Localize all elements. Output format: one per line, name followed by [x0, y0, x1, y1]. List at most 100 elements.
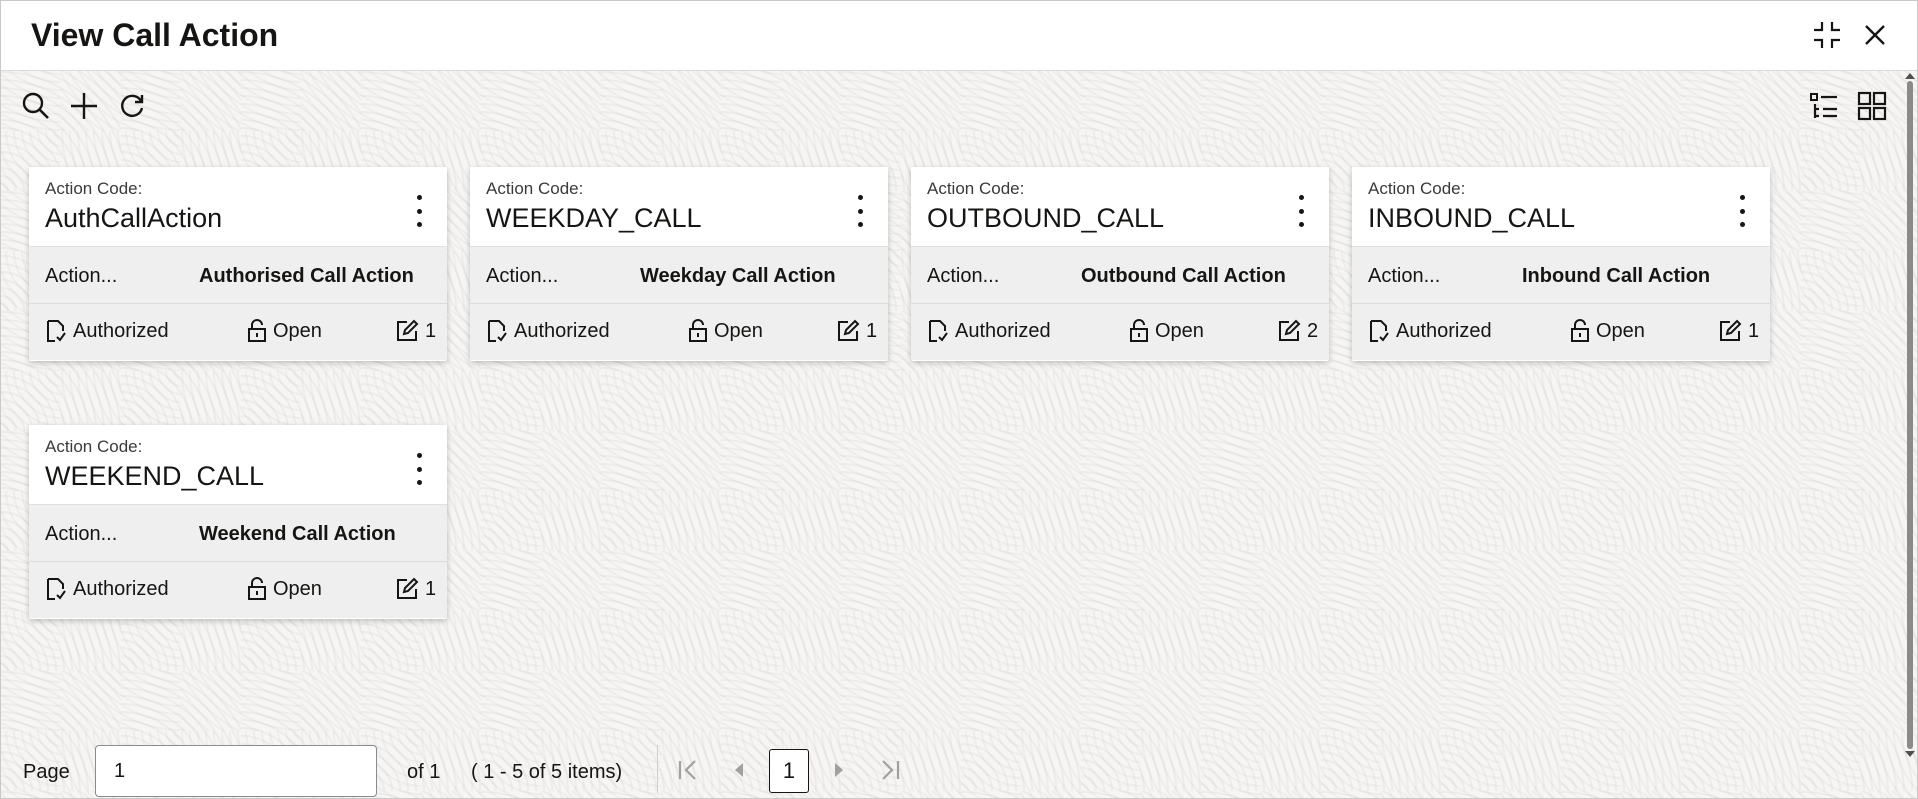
action-card[interactable]: Action Code: INBOUND_CALL Action... Inbo…: [1352, 167, 1770, 361]
authorization-status: Authorized: [45, 319, 169, 343]
card-header: Action Code: AuthCallAction: [29, 167, 447, 247]
action-card[interactable]: Action Code: WEEKDAY_CALL Action... Week…: [470, 167, 888, 361]
authorization-status: Authorized: [1368, 319, 1492, 343]
pager-divider: [657, 745, 658, 793]
unlock-icon: [1571, 319, 1589, 342]
grid-view-button[interactable]: [1853, 87, 1891, 125]
description-value: Weekday Call Action: [640, 265, 836, 287]
next-page-button[interactable]: [823, 753, 857, 787]
scrollbar-thumb[interactable]: [1907, 81, 1913, 749]
action-code-label: Action Code:: [45, 179, 143, 198]
card-footer: Authorized Open 1: [1352, 304, 1770, 360]
action-code-label: Action Code:: [45, 437, 143, 456]
record-status: Open: [247, 577, 322, 601]
list-view-button[interactable]: [1805, 87, 1843, 125]
kebab-menu-icon[interactable]: [407, 193, 431, 229]
grid-view-icon: [1857, 91, 1887, 121]
add-button[interactable]: [65, 87, 103, 125]
modification-count-text: 1: [866, 319, 878, 342]
kebab-menu-icon[interactable]: [848, 193, 872, 229]
search-button[interactable]: [17, 87, 55, 125]
description-value: Weekend Call Action: [199, 523, 396, 545]
action-code-label: Action Code:: [486, 179, 584, 198]
page-title: View Call Action: [31, 17, 279, 53]
plus-icon: [71, 93, 97, 119]
document-check-icon: [47, 320, 66, 342]
modification-count-text: 1: [1748, 319, 1760, 342]
card-footer: Authorized Open 1: [470, 304, 888, 360]
kebab-menu-icon[interactable]: [1289, 193, 1313, 229]
record-status: Open: [1570, 319, 1645, 343]
card-description-row: Action... Weekday Call Action: [470, 247, 888, 304]
description-value: Inbound Call Action: [1522, 265, 1711, 287]
record-status-text: Open: [273, 577, 322, 600]
authorization-text: Authorized: [955, 319, 1051, 342]
compress-icon: [1814, 22, 1840, 48]
edit-icon: [397, 319, 419, 341]
action-code-label: Action Code:: [927, 179, 1025, 198]
last-page-button[interactable]: [873, 753, 907, 787]
pagination-bar: Page of 1 ( 1 - 5 of 5 items) 1: [1, 741, 1917, 798]
item-range: ( 1 - 5 of 5 items): [471, 761, 623, 783]
page-number-input[interactable]: [95, 745, 377, 797]
action-card[interactable]: Action Code: WEEKEND_CALL Action... Week…: [29, 425, 447, 619]
edit-icon: [838, 319, 860, 341]
authorization-status: Authorized: [486, 319, 610, 343]
authorization-text: Authorized: [73, 319, 169, 342]
refresh-icon: [121, 94, 144, 117]
description-value: Authorised Call Action: [199, 265, 414, 287]
document-check-icon: [488, 320, 507, 342]
description-label: Action...: [927, 265, 1000, 287]
record-status: Open: [688, 319, 763, 343]
description-label: Action...: [45, 265, 118, 287]
kebab-menu-icon[interactable]: [1730, 193, 1754, 229]
edit-icon: [1279, 319, 1301, 341]
modification-count-text: 1: [425, 319, 437, 342]
document-check-icon: [1370, 320, 1389, 342]
authorization-text: Authorized: [73, 577, 169, 600]
unlock-icon: [689, 319, 707, 342]
vertical-scrollbar[interactable]: [1905, 73, 1915, 757]
record-status-text: Open: [1596, 319, 1645, 342]
authorization-text: Authorized: [514, 319, 610, 342]
modification-count: 1: [1718, 319, 1759, 343]
refresh-button[interactable]: [113, 87, 151, 125]
search-icon: [22, 92, 49, 119]
authorization-status: Authorized: [927, 319, 1051, 343]
document-check-icon: [47, 578, 66, 600]
edit-icon: [397, 577, 419, 599]
action-code-value: WEEKEND_CALL: [45, 461, 265, 491]
last-page-icon: [882, 760, 900, 780]
action-code-value: INBOUND_CALL: [1368, 203, 1576, 233]
modification-count: 1: [836, 319, 877, 343]
first-page-button[interactable]: [671, 753, 705, 787]
modification-count-text: 1: [425, 577, 437, 600]
page-label: Page: [23, 761, 70, 783]
record-status-text: Open: [273, 319, 322, 342]
card-header: Action Code: OUTBOUND_CALL: [911, 167, 1329, 247]
card-header: Action Code: WEEKEND_CALL: [29, 425, 447, 505]
previous-page-button[interactable]: [721, 753, 755, 787]
card-header: Action Code: WEEKDAY_CALL: [470, 167, 888, 247]
modification-count: 2: [1277, 319, 1318, 343]
authorization-status: Authorized: [45, 577, 169, 601]
current-page-button[interactable]: 1: [769, 749, 809, 793]
action-card[interactable]: Action Code: OUTBOUND_CALL Action... Out…: [911, 167, 1329, 361]
action-card[interactable]: Action Code: AuthCallAction Action... Au…: [29, 167, 447, 361]
list-view-icon: [1810, 93, 1837, 118]
close-icon: [1865, 25, 1885, 45]
card-header: Action Code: INBOUND_CALL: [1352, 167, 1770, 247]
scroll-up-icon[interactable]: [1905, 73, 1915, 79]
title-bar: View Call Action: [1, 1, 1917, 71]
first-page-icon: [678, 760, 696, 780]
description-label: Action...: [486, 265, 559, 287]
edit-icon: [1720, 319, 1742, 341]
record-status-text: Open: [714, 319, 763, 342]
view-call-action-window: View Call Action Action Code: AuthCallAc…: [0, 0, 1918, 799]
description-label: Action...: [1368, 265, 1441, 287]
card-description-row: Action... Weekend Call Action: [29, 505, 447, 562]
compress-button[interactable]: [1809, 17, 1845, 53]
kebab-menu-icon[interactable]: [407, 451, 431, 487]
modification-count: 1: [395, 577, 436, 601]
close-button[interactable]: [1857, 17, 1893, 53]
